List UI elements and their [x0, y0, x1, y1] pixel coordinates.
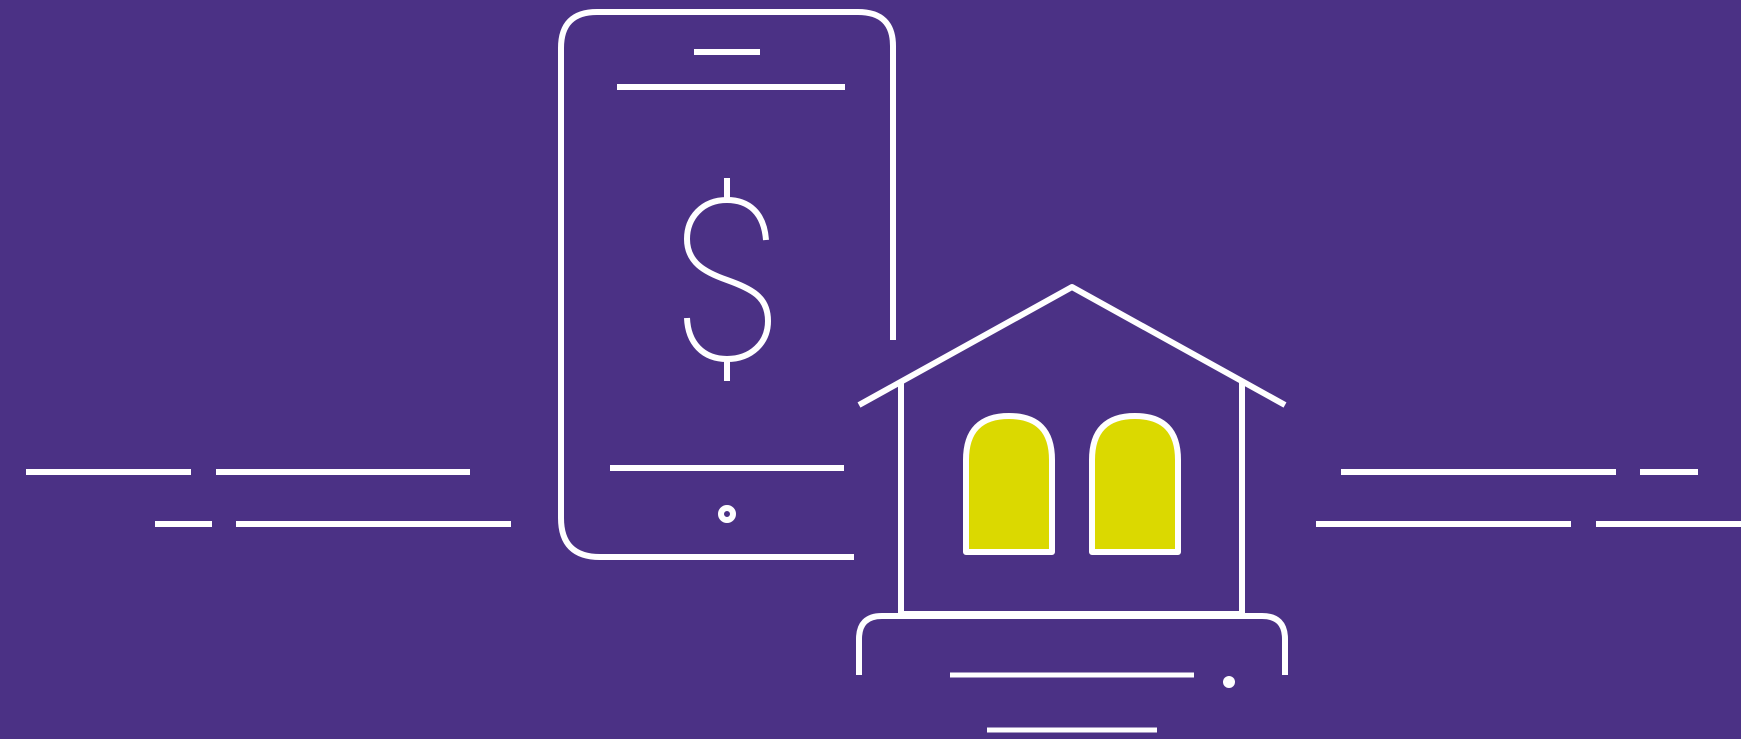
illustration-canvas [0, 0, 1741, 739]
background [0, 0, 1741, 739]
bank-window-left [963, 413, 1055, 555]
bank-window-right [1089, 413, 1181, 555]
bank-base-dot [1223, 676, 1235, 688]
mobile-banking-illustration [0, 0, 1741, 739]
